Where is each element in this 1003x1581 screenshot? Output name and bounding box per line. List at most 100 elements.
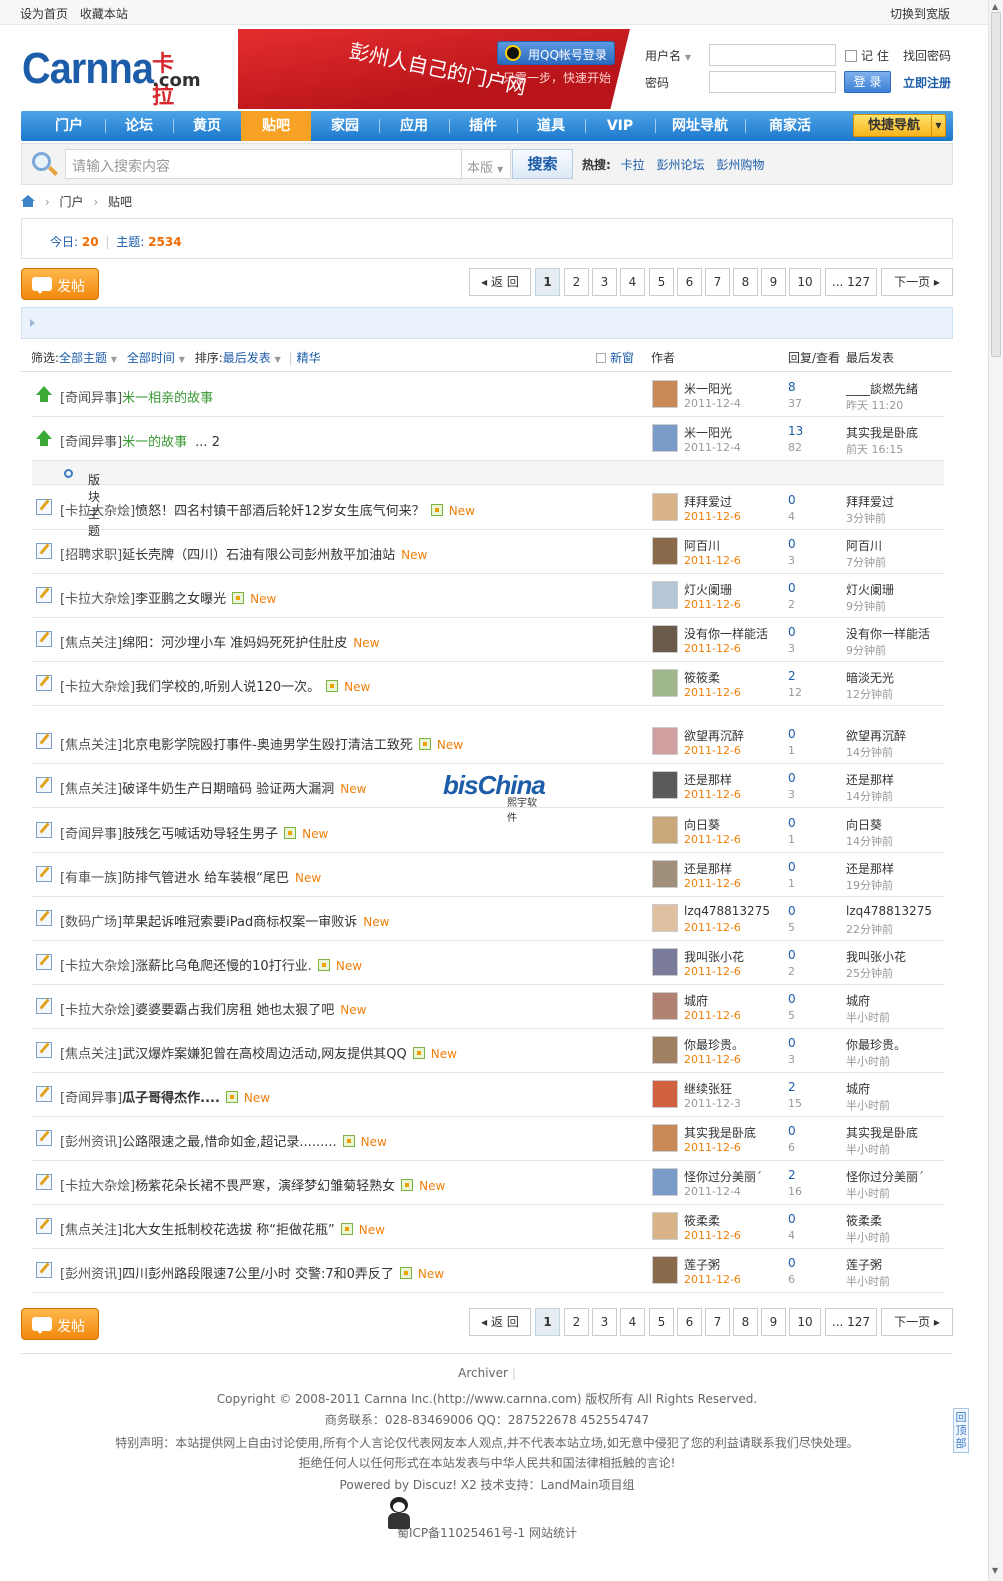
avatar[interactable] [652,1080,678,1108]
nav-item-merchant[interactable]: 商家活 [745,111,835,141]
avatar[interactable] [652,581,678,609]
avatar[interactable] [652,992,678,1020]
avatar[interactable] [652,860,678,888]
thread-title-link[interactable]: 愤怒！四名村镇干部酒后轮奸12岁女生底气何来？ [135,504,425,519]
last-post-author[interactable]: 欲望再沉醉 [846,727,906,744]
new-post-button[interactable]: 发帖 [21,268,99,300]
page-link[interactable]: 4 [620,268,645,296]
nav-item-vip[interactable]: VIP [585,111,655,141]
page-link[interactable]: 2 [564,1308,589,1336]
last-post-time[interactable]: 19分钟前 [846,877,893,893]
avatar[interactable] [652,537,678,565]
archiver-link[interactable]: Archiver | [21,1366,953,1380]
nav-item-portal[interactable]: 门户 [34,111,104,141]
site-logo[interactable]: Carnna 卡拉 .com [22,44,201,109]
thread-author[interactable]: 你最珍贵。 [684,1036,744,1053]
reply-count[interactable]: 0 [788,1212,796,1226]
nav-item-apps[interactable]: 应用 [379,111,449,141]
avatar[interactable] [652,380,678,408]
thread-title-link[interactable]: 婆婆要霸占我们房租 她也太狠了吧 [135,1003,334,1018]
thread-title-link[interactable]: 武汉爆炸案嫌犯曾在高校周边活动,网友提供其QQ [122,1047,407,1062]
sort-last-post[interactable]: 最后发表 [223,351,271,365]
thread-category[interactable]: [卡拉大杂烩] [60,1179,135,1194]
thread-title-link[interactable]: 四川彭州路段限速7公里/小时 交警:7和0弄反了 [122,1267,394,1282]
last-post-author[interactable]: 还是那样 [846,771,894,788]
thread-row[interactable]: [卡拉大杂烩]杨紫花朵长裙不畏严寒，演绎梦幻雏菊轻熟女 New 怪你过分美丽ˊ 201… [32,1161,944,1205]
avatar[interactable] [652,669,678,697]
thread-row[interactable]: [彭州资讯]四川彭州路段限速7公里/小时 交警:7和0弄反了 New 莲子粥 2011… [32,1249,944,1293]
switch-width-link[interactable]: 切换到宽版 [890,5,950,22]
last-post-time[interactable]: 半小时前 [846,1141,890,1157]
thread-category[interactable]: [焦点关注] [60,1223,122,1238]
thread-row[interactable]: [卡拉大杂烩]我们学校的,听别人说120一次。 New 筱筱柔 2011-12-6 2 1… [32,662,944,706]
username-label[interactable]: 用户名 ▼ [645,47,691,64]
last-post-author[interactable]: 莲子粥 [846,1256,882,1273]
page-link[interactable]: 6 [677,268,702,296]
last-post-time[interactable]: 半小时前 [846,1185,890,1201]
thread-title-link[interactable]: 瓜子哥得杰作.... [122,1091,220,1106]
nav-item-props[interactable]: 道具 [517,111,585,141]
page-link[interactable]: 3 [592,268,617,296]
last-post-author[interactable]: 你最珍贵。 [846,1036,906,1053]
thread-category[interactable]: [卡拉大杂烩] [60,592,135,607]
last-post-author[interactable]: 其实我是卧底 [846,1124,918,1141]
avatar[interactable] [652,727,678,755]
search-scope-select[interactable]: 本版 ▼ [462,149,511,179]
thread-row[interactable]: [焦点关注]绵阳：河沙埋小车 准妈妈死死护住肚皮 New 没有你一样能活 2011-1… [32,618,944,662]
reply-count[interactable]: 0 [788,581,796,595]
last-page-link[interactable]: ... 127 [825,1308,877,1336]
thread-author[interactable]: 拜拜爱过 [684,493,732,510]
page-link[interactable]: 2 [564,268,589,296]
hot-link[interactable]: 彭州论坛 [656,158,704,172]
last-post-time[interactable]: 14分钟前 [846,788,893,804]
page-link[interactable]: 10 [789,268,821,296]
last-post-time[interactable]: 昨天 11:20 [846,397,903,413]
thread-row[interactable]: [奇闻异事]米一的故事 ... 2 米一阳光 2011-12-4 13 82 其实我是卧底前… [32,417,944,461]
last-post-author[interactable]: 城府 [846,1080,870,1097]
avatar[interactable] [652,904,678,932]
thread-row[interactable]: [招聘求职]延长壳牌（四川）石油有限公司彭州敖平加油站 New 阿百川 2011-12… [32,530,944,574]
thread-row[interactable]: [奇闻异事]肢残乞丐喊话劝导轻生男子 New 向日葵 2011-12-6 0 1 向日葵 14… [32,809,944,853]
thread-title-link[interactable]: 杨紫花朵长裙不畏严寒，演绎梦幻雏菊轻熟女 [135,1179,395,1194]
thread-title-link[interactable]: 肢残乞丐喊话劝导轻生男子 [122,827,278,842]
nav-item-home[interactable]: 家园 [311,111,379,141]
last-post-time[interactable]: 14分钟前 [846,744,893,760]
thread-author[interactable]: 其实我是卧底 [684,1124,756,1141]
page-link[interactable]: 7 [705,268,730,296]
last-post-author[interactable]: 拜拜爱过 [846,493,894,510]
thread-author[interactable]: 没有你一样能活 [684,625,768,642]
home-icon[interactable] [21,195,35,207]
thread-author[interactable]: 阿百川 [684,537,720,554]
avatar[interactable] [652,424,678,452]
thread-title-link[interactable]: 破译牛奶生产日期暗码 验证两大漏洞 [122,782,334,797]
reply-count[interactable]: 2 [788,1168,796,1182]
refresh-icon[interactable] [64,469,73,478]
search-input[interactable]: 请输入搜索内容 [65,149,462,179]
quick-nav-button[interactable]: 快捷导航 ▼ [853,114,946,137]
last-post-time[interactable]: 14分钟前 [846,833,893,849]
thread-category[interactable]: [奇闻异事] [60,391,122,406]
back-button[interactable]: ◂ 返 回 [469,268,531,296]
thread-category[interactable]: [彭州资讯] [60,1135,122,1150]
reply-count[interactable]: 13 [788,424,803,438]
next-page-button[interactable]: 下一页 ▸ [881,1308,953,1336]
back-to-top-button[interactable]: 回顶部 [953,1408,969,1453]
thread-author[interactable]: 我叫张小花 [684,948,744,965]
forgot-password-link[interactable]: 找回密码 [903,47,951,64]
thread-row[interactable]: [焦点关注]北京电影学院殴打事件-奥迪男学生殴打清洁工致死 New 欲望再沉醉 201… [32,720,944,764]
thread-author[interactable]: 城府 [684,992,708,1009]
thread-title-link[interactable]: 北京电影学院殴打事件-奥迪男学生殴打清洁工致死 [122,738,413,753]
thread-title-link[interactable]: 防排气管进水 给车装根“尾巴 [122,871,289,886]
search-button[interactable]: 搜索 [512,149,573,179]
reply-count[interactable]: 0 [788,1124,796,1138]
thread-category[interactable]: [奇闻异事] [60,827,122,842]
scroll-down-arrow-icon[interactable]: ▼ [992,1566,998,1575]
thread-category[interactable]: [招聘求职] [60,548,122,563]
qq-login-button[interactable]: 用QQ帐号登录 [497,41,615,65]
thread-author[interactable]: 欲望再沉醉 [684,727,744,744]
page-link[interactable]: 7 [705,1308,730,1336]
footer-icp[interactable]: 蜀ICP备11025461号-1 网站统计 [21,1524,953,1541]
login-button[interactable]: 登 录 [844,71,891,93]
vertical-scrollbar[interactable]: ▲ ▼ [988,0,1003,1581]
reply-count[interactable]: 8 [788,380,796,394]
